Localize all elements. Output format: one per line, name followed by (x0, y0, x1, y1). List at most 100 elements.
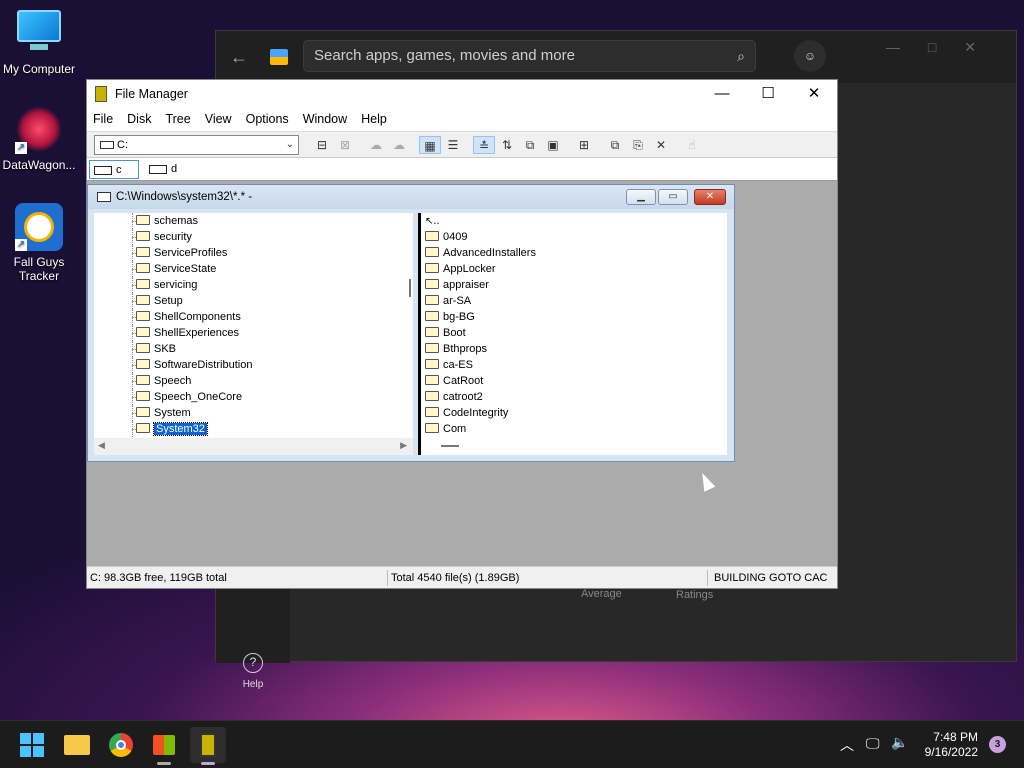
list-item[interactable]: catroot2 (421, 389, 727, 405)
minimize-button[interactable]: — (699, 80, 745, 107)
stop-sharing-icon[interactable]: ☁ (388, 136, 410, 154)
tree-item[interactable]: System (94, 405, 413, 421)
menu-file[interactable]: File (93, 112, 113, 126)
list-item[interactable]: CatRoot (421, 373, 727, 389)
connect-drive-icon[interactable]: ⊟ (311, 136, 333, 154)
tree-item-label: schemas (154, 215, 199, 227)
tree-item[interactable]: Speech_OneCore (94, 389, 413, 405)
large-icons-view-icon[interactable]: ▦ (419, 136, 441, 154)
drive-select[interactable]: C: ⌄ (94, 135, 299, 155)
drive-c-button[interactable]: c (89, 159, 139, 179)
status-divider (387, 570, 388, 586)
file-pane[interactable]: ↖.. 0409 AdvancedInstallers AppLocker appra… (421, 213, 727, 455)
menu-tree[interactable]: Tree (165, 112, 190, 126)
list-item[interactable]: ca-ES (421, 357, 727, 373)
notification-badge[interactable]: 3 (989, 736, 1006, 753)
tree-item[interactable]: ServiceState (94, 261, 413, 277)
child-minimize-button[interactable]: ▁ (626, 189, 656, 205)
maximize-button[interactable]: ☐ (745, 80, 791, 107)
start-button[interactable] (14, 727, 50, 763)
scroll-right-icon[interactable]: ▶ (400, 440, 407, 451)
tree-item[interactable]: SoftwareDistribution (94, 357, 413, 373)
chevron-up-icon[interactable]: ︿ (840, 735, 854, 755)
tree-item[interactable]: ServiceProfiles (94, 245, 413, 261)
list-item[interactable]: Bthprops (421, 341, 727, 357)
tree-item[interactable]: System32 (94, 421, 413, 437)
tree-item[interactable]: SKB (94, 341, 413, 357)
sort-by-size-icon[interactable]: ⧉ (519, 136, 541, 154)
desktop-icon-my-computer[interactable]: My Computer (0, 10, 78, 76)
sort-by-type-icon[interactable]: ⇅ (496, 136, 518, 154)
folder-icon (136, 279, 150, 290)
list-item[interactable]: 0409 (421, 229, 727, 245)
tree-scrollbar-thumb[interactable] (409, 279, 411, 297)
user-account-icon[interactable]: ☺ (794, 40, 826, 72)
menu-options[interactable]: Options (246, 112, 289, 126)
network-icon[interactable]: 🖵 (866, 735, 880, 752)
back-arrow-icon[interactable]: ← (230, 47, 252, 68)
tree-item[interactable]: Speech (94, 373, 413, 389)
list-item[interactable]: AdvancedInstallers (421, 245, 727, 261)
title-bar[interactable]: File Manager — ☐ ✕ (87, 80, 837, 107)
tree-item[interactable]: ShellComponents (94, 309, 413, 325)
child-close-button[interactable]: ✕ (694, 189, 726, 205)
folder-icon (425, 263, 439, 274)
child-restore-button[interactable]: ▭ (658, 189, 688, 205)
menu-help[interactable]: Help (361, 112, 387, 126)
list-item[interactable]: Boot (421, 325, 727, 341)
taskbar-store[interactable] (146, 727, 182, 765)
share-icon[interactable]: ☁ (365, 136, 387, 154)
tree-item-label: ServiceProfiles (154, 247, 228, 259)
desktop-icon-datawagon[interactable]: ↗ DataWagon... (0, 106, 78, 172)
paste-icon[interactable]: ⎘ (627, 136, 649, 154)
list-view-icon[interactable]: ☰ (442, 136, 464, 154)
menu-disk[interactable]: Disk (127, 112, 151, 126)
file-horizontal-scrollbar[interactable] (421, 438, 727, 455)
tree-item-label: ServiceState (154, 263, 217, 275)
hard-drive-icon (149, 164, 167, 174)
sort-by-name-icon[interactable]: ≛ (473, 136, 495, 154)
list-item[interactable]: Com (421, 421, 727, 437)
tree-item[interactable]: ShellExperiences (94, 325, 413, 341)
store-window-controls[interactable]: —□✕ (886, 39, 1004, 56)
folder-icon (425, 279, 439, 290)
help-pointer-icon[interactable]: ☝ (681, 136, 703, 154)
windows-start-icon (20, 733, 44, 757)
list-item[interactable]: AppLocker (421, 261, 727, 277)
tree-horizontal-scrollbar[interactable]: ◀ ▶ (94, 438, 413, 455)
disconnect-drive-icon[interactable]: ⊠ (334, 136, 356, 154)
taskbar-file-explorer[interactable] (59, 727, 95, 763)
menu-window[interactable]: Window (303, 112, 347, 126)
list-item[interactable]: CodeIntegrity (421, 405, 727, 421)
file-scrollbar-thumb[interactable] (441, 445, 459, 447)
volume-icon[interactable]: 🔈 (891, 734, 908, 751)
tree-item[interactable]: Setup (94, 293, 413, 309)
tree-pane[interactable]: schemas security ServiceProfiles ServiceSta… (94, 213, 413, 455)
drive-d-button[interactable]: d (145, 160, 183, 179)
help-label: Help (242, 679, 264, 690)
directory-title-bar[interactable]: C:\Windows\system32\*.* - ▁ ▭ ✕ (88, 185, 734, 209)
list-item-parent[interactable]: ↖.. (421, 213, 727, 229)
sort-by-date-icon[interactable]: ▣ (542, 136, 564, 154)
close-button[interactable]: ✕ (791, 80, 837, 107)
clock[interactable]: 7:48 PM 9/16/2022 (925, 730, 978, 760)
scroll-left-icon[interactable]: ◀ (98, 440, 105, 451)
list-item-label: AdvancedInstallers (443, 247, 536, 259)
menu-view[interactable]: View (205, 112, 232, 126)
copy-icon[interactable]: ⧉ (604, 136, 626, 154)
taskbar-file-manager[interactable] (190, 727, 226, 765)
new-window-icon[interactable]: ⊞ (573, 136, 595, 154)
list-item[interactable]: appraiser (421, 277, 727, 293)
tree-item[interactable]: schemas (94, 213, 413, 229)
list-item[interactable]: bg-BG (421, 309, 727, 325)
folder-icon (425, 295, 439, 306)
tree-item[interactable]: security (94, 229, 413, 245)
taskbar-chrome[interactable] (103, 727, 139, 763)
store-search-input[interactable]: Search apps, games, movies and more ⌕ (303, 40, 756, 72)
help-button[interactable]: ? Help (216, 653, 290, 690)
desktop-icon-fall-guys-tracker[interactable]: ↗ Fall Guys Tracker (0, 203, 78, 283)
search-icon[interactable]: ⌕ (737, 41, 745, 71)
list-item[interactable]: ar-SA (421, 293, 727, 309)
tree-item[interactable]: servicing (94, 277, 413, 293)
delete-icon[interactable]: ✕ (650, 136, 672, 154)
